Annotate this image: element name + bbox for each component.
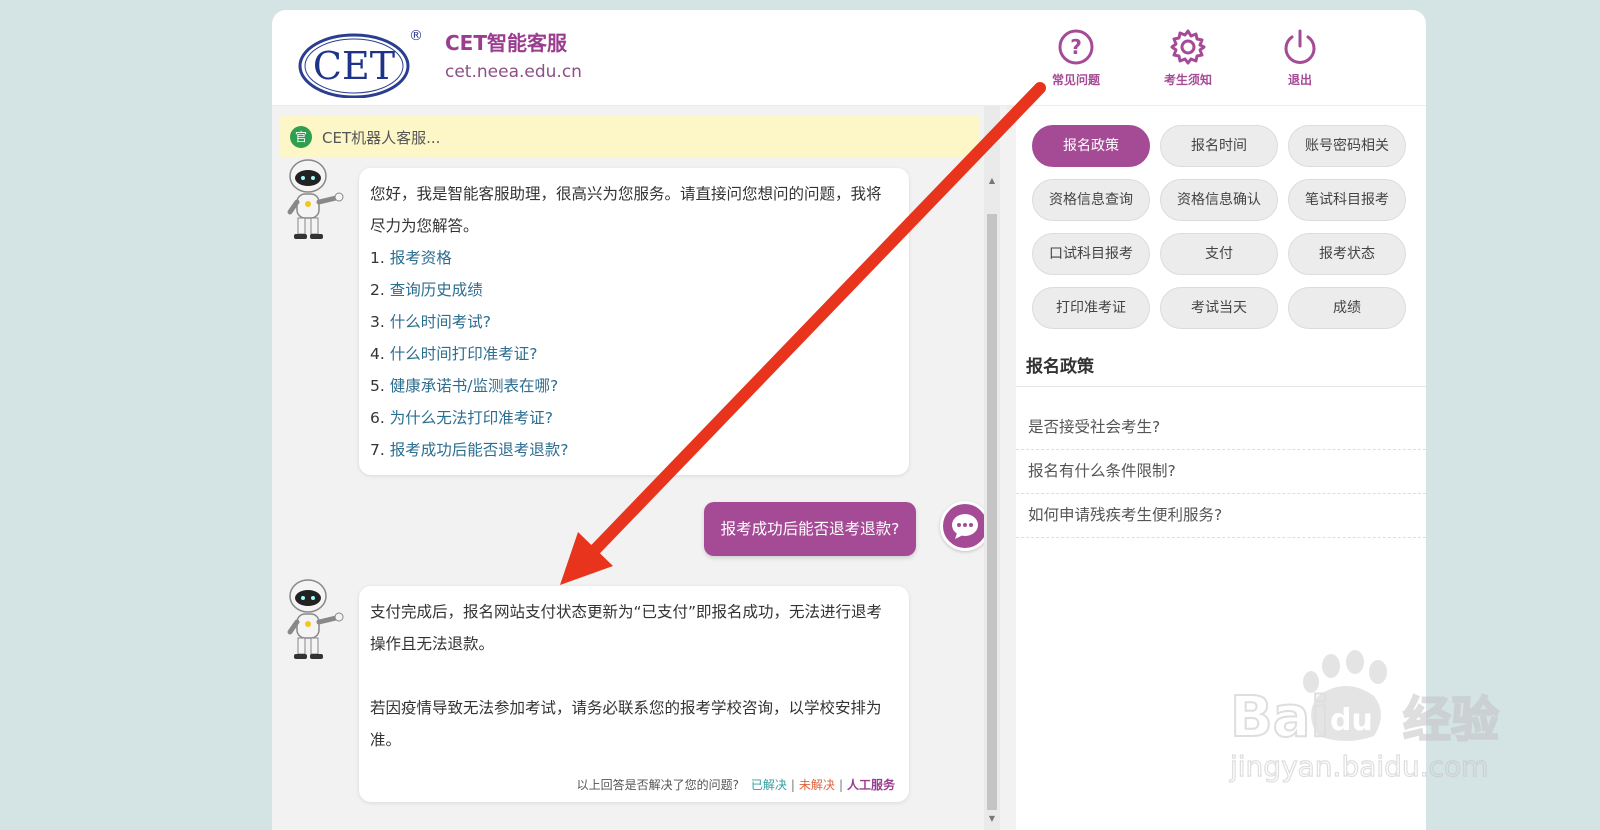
tag-qualification-confirm[interactable]: 资格信息确认 bbox=[1160, 179, 1278, 221]
svg-text:?: ? bbox=[1070, 35, 1082, 59]
suggested-question[interactable]: 3. 什么时间考试? bbox=[370, 306, 895, 338]
tag-account-password[interactable]: 账号密码相关 bbox=[1288, 125, 1406, 167]
tag-exam-day[interactable]: 考试当天 bbox=[1160, 287, 1278, 329]
tag-scores[interactable]: 成绩 bbox=[1288, 287, 1406, 329]
svg-text:®: ® bbox=[409, 28, 423, 44]
question-link[interactable]: 什么时间考试? bbox=[390, 313, 491, 331]
feedback-bar: 以上回答是否解决了您的问题? 已解决 | 未解决 | 人工服务 bbox=[576, 778, 895, 792]
chat-panel: 官 CET机器人客服... 您好，我是智能客服助理，很高兴为您服务。请直接问您想… bbox=[272, 106, 1007, 830]
tag-oral-exam[interactable]: 口试科目报考 bbox=[1032, 233, 1150, 275]
human-service-link[interactable]: 人工服务 bbox=[847, 778, 895, 792]
answer-paragraph-2: 若因疫情导致无法参加考试，请务必联系您的报考学校咨询，以学校安排为准。 bbox=[370, 699, 882, 749]
header: CET ® CET智能客服 cet.neea.edu.cn ? 常见问题 考生须… bbox=[272, 10, 1426, 106]
gear-icon bbox=[1170, 29, 1206, 65]
bot-notice-bar: 官 CET机器人客服... bbox=[280, 116, 980, 158]
svg-text:经验: 经验 bbox=[1403, 692, 1499, 748]
question-link[interactable]: 报考资格 bbox=[390, 249, 452, 267]
answer-paragraph-1: 支付完成后，报名网站支付状态更新为“已支付”即报名成功，无法进行退考操作且无法退… bbox=[370, 603, 883, 653]
logout-button-label: 退出 bbox=[1287, 73, 1312, 87]
notice-button[interactable]: 考生须知 bbox=[1148, 28, 1228, 88]
suggested-question[interactable]: 6. 为什么无法打印准考证? bbox=[370, 402, 895, 434]
faq-item[interactable]: 如何申请残疾考生便利服务? bbox=[1016, 494, 1426, 538]
tag-qualification-query[interactable]: 资格信息查询 bbox=[1032, 179, 1150, 221]
robot-avatar bbox=[282, 578, 348, 662]
scroll-up-arrow-icon[interactable]: ▲ bbox=[987, 176, 997, 185]
bot-message-greeting: 您好，我是智能客服助理，很高兴为您服务。请直接问您想问的问题，我将尽力为您解答。… bbox=[359, 168, 909, 475]
bot-notice-text: CET机器人客服... bbox=[322, 129, 441, 147]
greeting-text: 您好，我是智能客服助理，很高兴为您服务。请直接问您想问的问题，我将尽力为您解答。 bbox=[370, 185, 882, 235]
faq-item[interactable]: 是否接受社会考生? bbox=[1016, 406, 1426, 450]
svg-text:CET: CET bbox=[313, 44, 395, 88]
tag-payment[interactable]: 支付 bbox=[1160, 233, 1278, 275]
faq-item[interactable]: 报名有什么条件限制? bbox=[1016, 450, 1426, 494]
faq-button[interactable]: ? 常见问题 bbox=[1036, 28, 1116, 88]
suggested-question[interactable]: 1. 报考资格 bbox=[370, 242, 895, 274]
section-divider bbox=[1016, 386, 1426, 387]
tag-status[interactable]: 报考状态 bbox=[1288, 233, 1406, 275]
question-link[interactable]: 健康承诺书/监测表在哪? bbox=[390, 377, 558, 395]
cet-logo: CET ® bbox=[298, 22, 423, 99]
robot-avatar bbox=[282, 158, 348, 242]
chat-scrollbar[interactable]: ▲ ▼ bbox=[984, 106, 1000, 830]
question-link[interactable]: 什么时间打印准考证? bbox=[390, 345, 538, 363]
tag-print-admission[interactable]: 打印准考证 bbox=[1032, 287, 1150, 329]
power-icon bbox=[1284, 29, 1316, 64]
feedback-prompt: 以上回答是否解决了您的问题? bbox=[576, 778, 740, 792]
svg-text:Bai: Bai bbox=[1230, 685, 1330, 750]
bot-message-answer: 支付完成后，报名网站支付状态更新为“已支付”即报名成功，无法进行退考操作且无法退… bbox=[359, 586, 909, 802]
faq-button-label: 常见问题 bbox=[1051, 73, 1100, 87]
tag-registration-policy[interactable]: 报名政策 bbox=[1032, 125, 1150, 167]
notice-button-label: 考生须知 bbox=[1163, 73, 1212, 87]
user-avatar bbox=[940, 501, 990, 551]
tag-registration-time[interactable]: 报名时间 bbox=[1160, 125, 1278, 167]
question-circle-icon: ? bbox=[1058, 29, 1094, 65]
unsolved-link[interactable]: 未解决 bbox=[799, 778, 835, 792]
question-link[interactable]: 报考成功后能否退考退款? bbox=[390, 441, 569, 459]
solved-link[interactable]: 已解决 bbox=[751, 778, 787, 792]
official-badge: 官 bbox=[290, 126, 312, 148]
tag-written-exam[interactable]: 笔试科目报考 bbox=[1288, 179, 1406, 221]
brand-title: CET智能客服 bbox=[445, 31, 567, 55]
svg-text:du: du bbox=[1330, 703, 1373, 738]
chat-bubble-icon bbox=[952, 514, 978, 539]
scroll-down-arrow-icon[interactable]: ▼ bbox=[987, 814, 997, 823]
brand-url: cet.neea.edu.cn bbox=[445, 62, 582, 82]
logout-button[interactable]: 退出 bbox=[1260, 28, 1340, 88]
baidu-watermark: Bai du 经验 jingyan.baidu.com bbox=[1228, 648, 1528, 798]
suggested-question[interactable]: 2. 查询历史成绩 bbox=[370, 274, 895, 306]
svg-text:jingyan.baidu.com: jingyan.baidu.com bbox=[1229, 750, 1488, 783]
question-link[interactable]: 为什么无法打印准考证? bbox=[390, 409, 553, 427]
scroll-thumb[interactable] bbox=[987, 214, 997, 810]
user-message: 报考成功后能否退考退款? bbox=[704, 502, 916, 556]
suggested-question[interactable]: 4. 什么时间打印准考证? bbox=[370, 338, 895, 370]
section-title: 报名政策 bbox=[1026, 357, 1094, 377]
suggested-question[interactable]: 7. 报考成功后能否退考退款? bbox=[370, 434, 895, 466]
question-link[interactable]: 查询历史成绩 bbox=[390, 281, 483, 299]
suggested-question[interactable]: 5. 健康承诺书/监测表在哪? bbox=[370, 370, 895, 402]
